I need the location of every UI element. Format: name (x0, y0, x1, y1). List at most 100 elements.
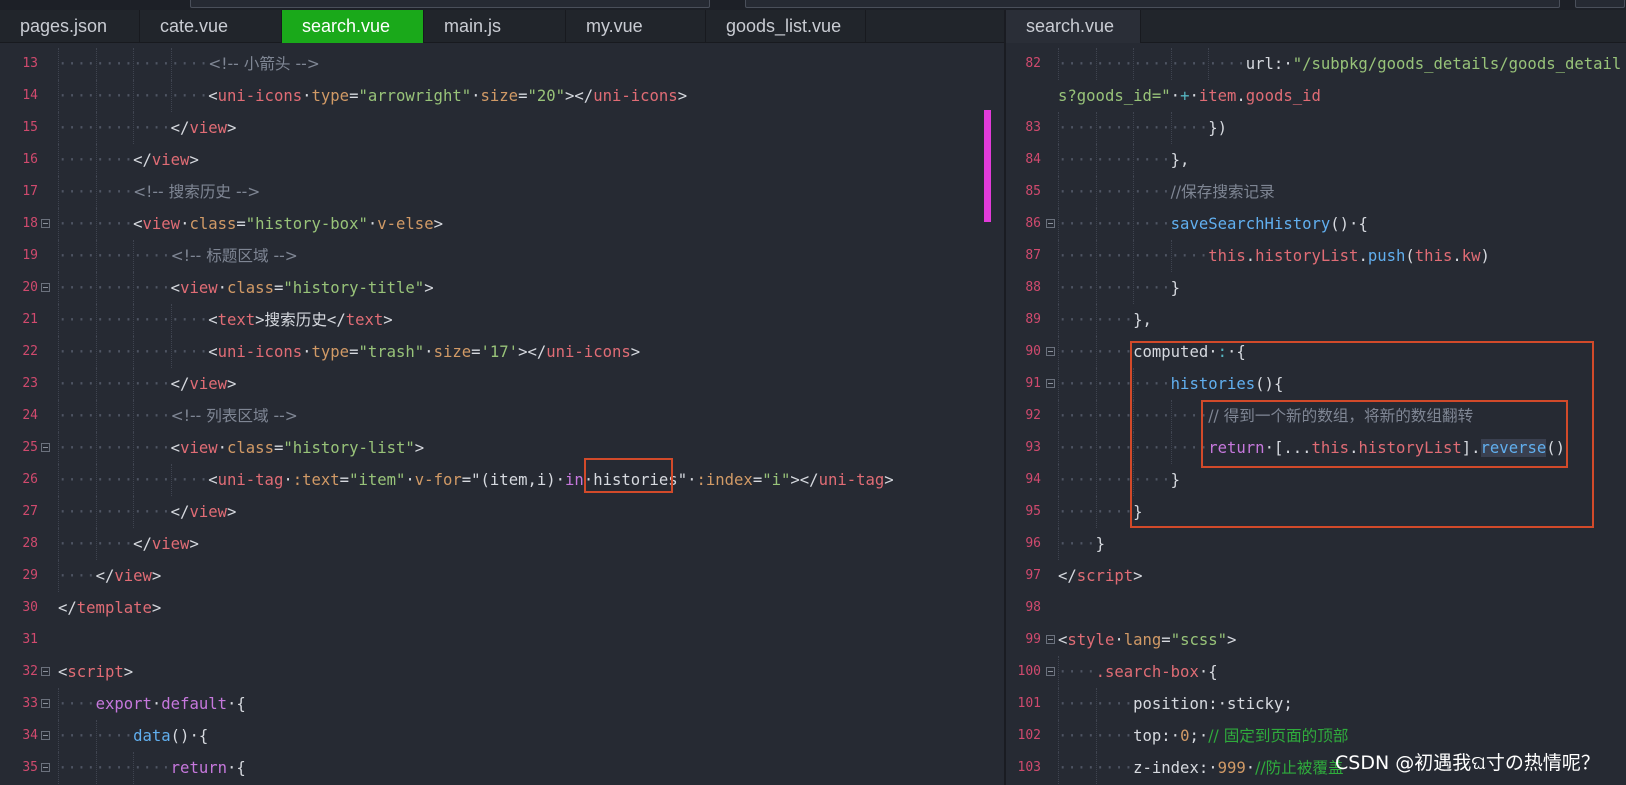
fold-toggle-icon[interactable] (41, 667, 50, 676)
code-line[interactable]: 90 ········computed·:·{ (1006, 336, 1626, 368)
code-line[interactable]: 26 ················<uni-tag·:text="item"·… (0, 464, 1004, 496)
code-line[interactable]: 14 ················<uni-icons·type="arrow… (0, 80, 1004, 112)
fold-toggle-icon[interactable] (1046, 667, 1055, 676)
code-line[interactable]: 18 ········<view·class="history-box"·v-el… (0, 208, 1004, 240)
code-text[interactable]: ················<uni-icons·type="trash"·… (58, 336, 640, 368)
fold-toggle-icon[interactable] (41, 699, 50, 708)
code-line[interactable]: 91 ············histories(){ (1006, 368, 1626, 400)
code-text[interactable]: ············<!-- 列表区域 --> (58, 400, 298, 432)
code-text[interactable]: ········top:·0;·// 固定到页面的顶部 (1058, 720, 1348, 752)
code-text[interactable]: ········<!-- 搜索历史 --> (58, 176, 260, 208)
code-line[interactable]: 33 ····export·default·{ (0, 688, 1004, 720)
fold-toggle-icon[interactable] (41, 283, 50, 292)
code-text[interactable]: ····················url:·"/subpkg/goods_… (1058, 48, 1621, 80)
minimap-highlight[interactable] (984, 110, 991, 222)
fold-toggle-icon[interactable] (41, 443, 50, 452)
code-text[interactable]: ········computed·:·{ (1058, 336, 1246, 368)
code-line[interactable]: 34 ········data()·{ (0, 720, 1004, 752)
code-line[interactable]: 20 ············<view·class="history-title… (0, 272, 1004, 304)
code-text[interactable]: ········}, (1058, 304, 1152, 336)
code-line[interactable]: 86 ············saveSearchHistory()·{ (1006, 208, 1626, 240)
code-line[interactable]: 89 ········}, (1006, 304, 1626, 336)
code-text[interactable]: ················<text>搜索历史</text> (58, 304, 393, 336)
code-line[interactable]: 21 ················<text>搜索历史</text> (0, 304, 1004, 336)
code-line[interactable]: 82 ····················url:·"/subpkg/good… (1006, 48, 1626, 80)
fold-toggle-icon[interactable] (1046, 379, 1055, 388)
code-line[interactable]: 23 ············</view> (0, 368, 1004, 400)
code-text[interactable]: ············saveSearchHistory()·{ (1058, 208, 1368, 240)
code-line[interactable]: 98 (1006, 592, 1626, 624)
code-line[interactable]: 87 ················this.historyList.push(… (1006, 240, 1626, 272)
code-line[interactable]: 32 <script> (0, 656, 1004, 688)
tab-search-vue[interactable]: search.vue (282, 10, 424, 43)
code-text[interactable]: ············<view·class="history-list"> (58, 432, 424, 464)
code-text[interactable]: ············} (1058, 272, 1180, 304)
code-line[interactable]: 27 ············</view> (0, 496, 1004, 528)
code-line[interactable]: 101 ········position:·sticky; (1006, 688, 1626, 720)
code-text[interactable]: ················this.historyList.push(th… (1058, 240, 1490, 272)
code-line[interactable]: 93 ················return·[...this.histor… (1006, 432, 1626, 464)
tab-search-vue[interactable]: search.vue (1006, 10, 1141, 43)
fold-toggle-icon[interactable] (41, 731, 50, 740)
code-line[interactable]: 29 ····</view> (0, 560, 1004, 592)
tab-cate-vue[interactable]: cate.vue (140, 10, 282, 43)
code-text[interactable]: ········</view> (58, 144, 199, 176)
code-line[interactable]: 97 </script> (1006, 560, 1626, 592)
code-text[interactable]: ····</view> (58, 560, 161, 592)
code-text[interactable]: ········</view> (58, 528, 199, 560)
code-text[interactable]: </script> (1058, 560, 1143, 592)
code-text[interactable]: ············<view·class="history-title"> (58, 272, 434, 304)
code-text[interactable]: ········position:·sticky; (1058, 688, 1293, 720)
fold-toggle-icon[interactable] (1046, 219, 1055, 228)
code-text[interactable]: ················<uni-tag·:text="item"·v-… (58, 464, 894, 496)
code-line[interactable]: 85 ············//保存搜索记录 (1006, 176, 1626, 208)
code-line[interactable]: 95 ········} (1006, 496, 1626, 528)
code-line[interactable]: 83 ················}) (1006, 112, 1626, 144)
tab-my-vue[interactable]: my.vue (566, 10, 706, 43)
editor-pane-left[interactable]: 13 ················<!-- 小箭头 --> 14 ········… (0, 48, 1004, 785)
code-text[interactable]: ················<uni-icons·type="arrowri… (58, 80, 687, 112)
code-line[interactable]: 28 ········</view> (0, 528, 1004, 560)
code-text[interactable]: ············</view> (58, 112, 236, 144)
tab-pages-json[interactable]: pages.json (0, 10, 140, 43)
code-line[interactable]: 22 ················<uni-icons·type="trash… (0, 336, 1004, 368)
code-line[interactable]: 94 ············} (1006, 464, 1626, 496)
code-text[interactable]: ············<!-- 标题区域 --> (58, 240, 298, 272)
code-line[interactable]: 99 <style·lang="scss"> (1006, 624, 1626, 656)
code-line[interactable]: 15 ············</view> (0, 112, 1004, 144)
code-line[interactable]: 31 (0, 624, 1004, 656)
tab-main-js[interactable]: main.js (424, 10, 566, 43)
code-text[interactable]: ············} (1058, 464, 1180, 496)
code-text[interactable]: ····export·default·{ (58, 688, 246, 720)
code-text[interactable]: ············</view> (58, 368, 236, 400)
code-line[interactable]: 96 ····} (1006, 528, 1626, 560)
code-text[interactable]: ············//保存搜索记录 (1058, 176, 1275, 208)
code-line[interactable]: 88 ············} (1006, 272, 1626, 304)
code-text[interactable]: ········z-index:·999·//防止被覆盖 (1058, 752, 1344, 784)
code-line[interactable]: 25 ············<view·class="history-list"… (0, 432, 1004, 464)
code-line[interactable]: 100 ····.search-box·{ (1006, 656, 1626, 688)
code-line[interactable]: 17 ········<!-- 搜索历史 --> (0, 176, 1004, 208)
code-text[interactable]: </template> (58, 592, 161, 624)
code-line[interactable]: 35 ············return·{ (0, 752, 1004, 784)
editor-pane-right[interactable]: 82 ····················url:·"/subpkg/good… (1006, 48, 1626, 785)
code-text[interactable]: ············</view> (58, 496, 236, 528)
toolbar-field[interactable] (190, 0, 710, 8)
code-text[interactable]: ········<view·class="history-box"·v-else… (58, 208, 443, 240)
tab-goods-list-vue[interactable]: goods_list.vue (706, 10, 866, 43)
code-line[interactable]: 16 ········</view> (0, 144, 1004, 176)
code-text[interactable]: <style·lang="scss"> (1058, 624, 1236, 656)
toolbar-button[interactable] (1575, 0, 1625, 8)
fold-toggle-icon[interactable] (41, 219, 50, 228)
code-line[interactable]: s?goods_id="·+·item.goods_id (1006, 80, 1626, 112)
code-line[interactable]: 84 ············}, (1006, 144, 1626, 176)
code-text[interactable]: ················// 得到一个新的数组，将新的数组翻转 (1058, 400, 1473, 432)
code-text[interactable]: ················}) (1058, 112, 1227, 144)
code-text[interactable]: ········} (1058, 496, 1143, 528)
toolbar-field[interactable] (745, 0, 1560, 8)
code-text[interactable]: s?goods_id="·+·item.goods_id (1058, 80, 1321, 112)
code-text[interactable]: ················return·[...this.historyL… (1058, 432, 1565, 464)
code-text[interactable]: ············return·{ (58, 752, 246, 784)
code-text[interactable]: ········data()·{ (58, 720, 208, 752)
code-text[interactable]: ····.search-box·{ (1058, 656, 1218, 688)
